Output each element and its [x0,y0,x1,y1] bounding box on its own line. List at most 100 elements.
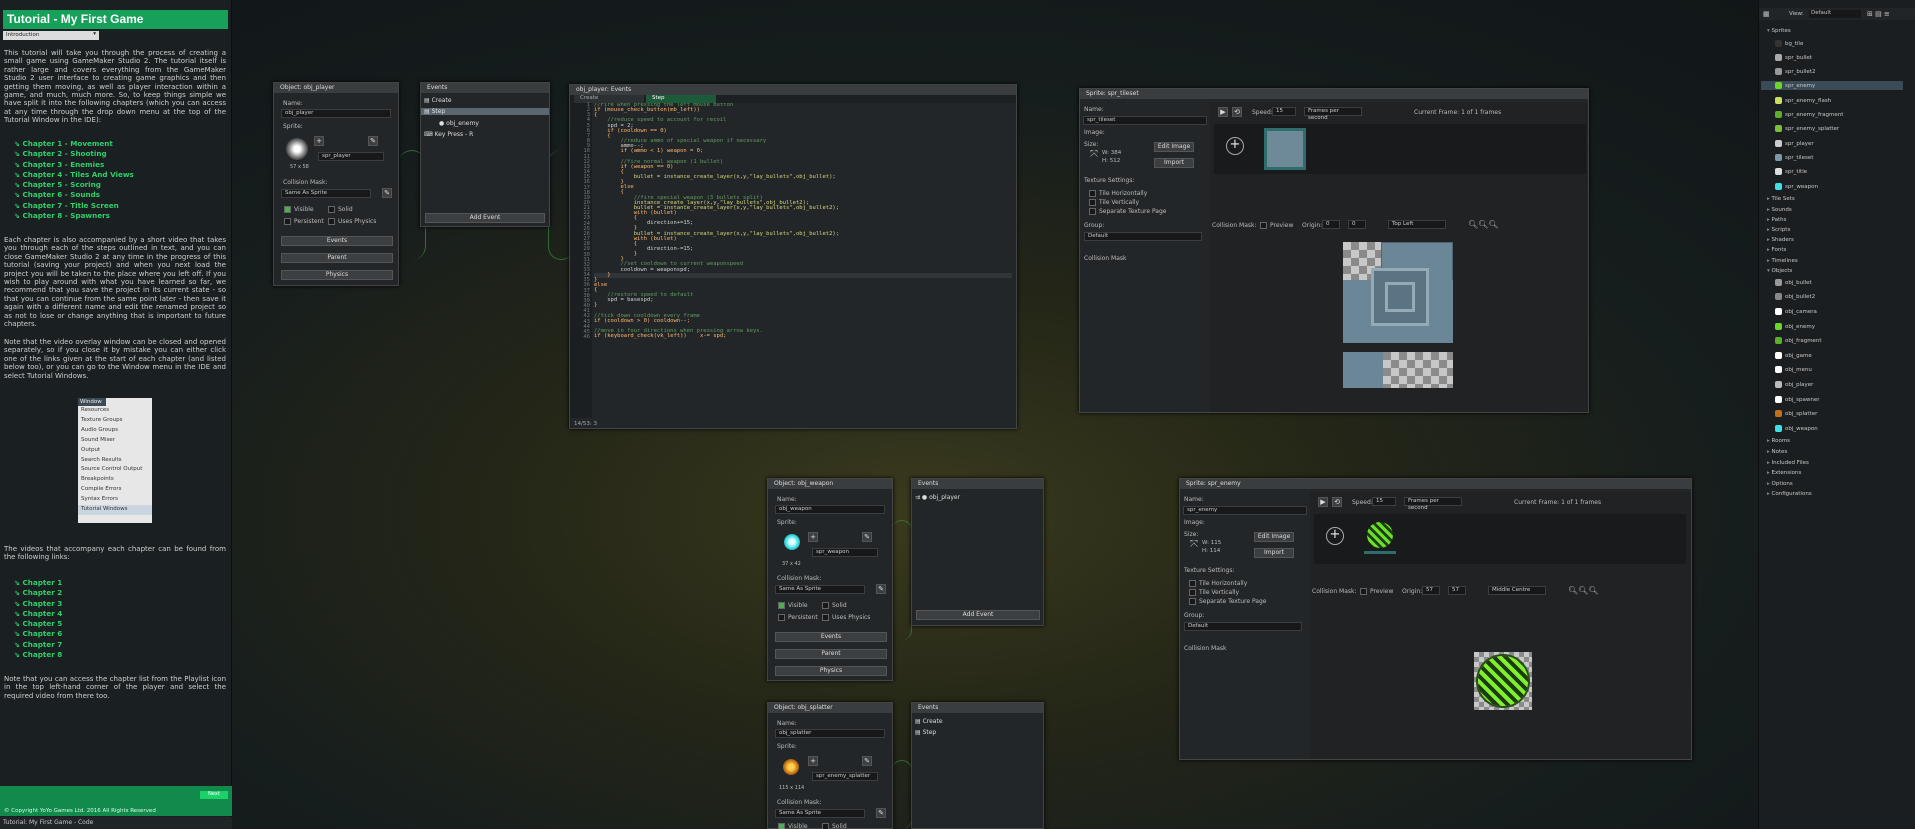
tree-object-obj_camera[interactable]: obj_camera [1775,307,1817,315]
speed-mode-select[interactable]: Frames per second [1304,107,1362,121]
tree-group-configurations[interactable]: Configurations [1767,491,1812,497]
toolbar-icons[interactable]: ⊞ ▤ ≡ [1867,10,1890,18]
video-link[interactable]: Chapter 8 [14,650,134,660]
zoom-icons[interactable]: 🔍︎🔍︎🔍︎ [1468,220,1498,229]
tree-group-objects[interactable]: Objects [1767,268,1793,274]
name-field[interactable]: obj_player [281,109,391,118]
tree-object-obj_player[interactable]: obj_player [1775,380,1813,388]
resize-icon[interactable]: ⤧ [1090,149,1098,160]
video-link[interactable]: Chapter 6 [14,629,134,639]
event-collision-player[interactable]: ⇉ ● obj_player [915,494,960,501]
chapter-dropdown[interactable]: Introduction [3,31,99,40]
preview-checkbox[interactable]: Preview [1260,222,1293,229]
play-icon[interactable]: ▶ [1318,497,1328,507]
tile-horizontally-checkbox[interactable]: Tile Horizontally [1089,190,1147,197]
tree-group-options[interactable]: Options [1767,481,1793,487]
tree-group-shaders[interactable]: Shaders [1767,237,1794,243]
event-collision-enemy[interactable]: ● obj_enemy [439,120,479,127]
video-link[interactable]: Chapter 7 [14,640,134,650]
code-line[interactable]: if (keyboard_check(vk_left)) x-= spd; [594,334,1012,340]
visible-checkbox[interactable]: Visible [778,823,808,829]
event-create[interactable]: ▤ Create [915,718,943,725]
panel-title[interactable]: Object: obj_splatter [768,703,892,713]
zoom-icons[interactable]: 🔍︎🔍︎🔍︎ [1568,586,1598,595]
tree-object-obj_bullet[interactable]: obj_bullet [1775,278,1812,286]
event-create[interactable]: ▤ Create [424,97,452,104]
name-field[interactable]: spr_tileset [1083,116,1207,125]
import-button[interactable]: Import [1254,548,1294,558]
tree-object-obj_game[interactable]: obj_game [1775,351,1812,359]
loop-icon[interactable]: ⟲ [1332,497,1342,507]
persistent-checkbox[interactable]: Persistent [284,218,324,225]
speed-field[interactable]: 15 [1272,107,1296,116]
visible-checkbox[interactable]: Visible [284,206,314,213]
sprite-thumbnail[interactable] [784,534,800,550]
edit-mask-icon[interactable]: ✎ [876,808,886,818]
panel-title[interactable]: Events [912,703,1043,713]
tree-object-obj_weapon[interactable]: obj_weapon [1775,424,1818,432]
tile-vertically-checkbox[interactable]: Tile Vertically [1089,199,1139,206]
origin-y-field[interactable]: 57 [1448,586,1466,595]
panel-title[interactable]: obj_player: Events [570,85,1016,95]
new-sprite-icon[interactable]: + [808,532,818,542]
chapter-link[interactable]: Chapter 6 - Sounds [14,190,134,200]
parent-button[interactable]: Parent [775,649,887,659]
physics-button[interactable]: Physics [775,666,887,676]
chapter-link[interactable]: Chapter 5 - Scoring [14,180,134,190]
events-button[interactable]: Events [775,632,887,642]
import-button[interactable]: Import [1154,158,1194,168]
add-frame-icon[interactable]: + [1226,137,1244,155]
events-button[interactable]: Events [281,236,393,246]
tree-sprite-spr_enemy_fragment[interactable]: spr_enemy_fragment [1775,111,1843,118]
origin-x-field[interactable]: 0 [1322,220,1340,229]
tree-group-included-files[interactable]: Included Files [1767,460,1809,466]
panel-title[interactable]: Sprite: spr_enemy [1180,479,1691,489]
collision-mask-section[interactable]: Collision Mask [1084,255,1127,262]
solid-checkbox[interactable]: Solid [328,206,353,213]
edit-image-button[interactable]: Edit Image [1254,532,1294,542]
edit-sprite-icon[interactable]: ✎ [862,532,872,542]
origin-preset-select[interactable]: Middle Centre [1488,586,1546,595]
tree-sprite-spr_enemy_flash[interactable]: spr_enemy_flash [1775,96,1831,104]
tree-sprite-bg_tile[interactable]: bg_tile [1775,39,1803,47]
solid-checkbox[interactable]: Solid [822,602,847,609]
tree-group-sounds[interactable]: Sounds [1767,207,1792,213]
tree-object-obj_bullet2[interactable]: obj_bullet2 [1775,293,1815,301]
panel-title[interactable]: Events [912,479,1043,489]
tree-object-obj_spawner[interactable]: obj_spawner [1775,395,1820,403]
play-icon[interactable]: ▶ [1218,107,1228,117]
origin-y-field[interactable]: 0 [1348,220,1366,229]
tree-group-rooms[interactable]: Rooms [1767,438,1791,444]
separate-texture-checkbox[interactable]: Separate Texture Page [1189,598,1266,605]
tree-object-obj_enemy[interactable]: obj_enemy [1775,322,1815,330]
frame-thumbnail[interactable] [1364,520,1396,554]
tree-group-sprites[interactable]: Sprites [1767,28,1791,34]
chapter-link[interactable]: Chapter 1 - Movement [14,139,134,149]
filter-icon[interactable]: ▦ [1763,10,1770,18]
video-link[interactable]: Chapter 4 [14,609,134,619]
tree-sprite-spr_weapon[interactable]: spr_weapon [1775,182,1818,190]
collision-mask-field[interactable]: Same As Sprite [775,809,865,818]
video-link[interactable]: Chapter 1 [14,578,134,588]
video-link[interactable]: Chapter 3 [14,599,134,609]
panel-title[interactable]: Object: obj_player [274,83,398,93]
chapter-link[interactable]: Chapter 7 - Title Screen [14,201,134,211]
name-field[interactable]: obj_splatter [775,729,885,738]
tree-sprite-spr_enemy[interactable]: spr_enemy [1775,82,1815,90]
tree-object-obj_menu[interactable]: obj_menu [1775,366,1812,374]
tree-group-timelines[interactable]: Timelines [1767,258,1798,264]
collision-mask-section[interactable]: Collision Mask [1184,645,1227,652]
chapter-link[interactable]: Chapter 8 - Spawners [14,211,134,221]
tree-sprite-spr_player[interactable]: spr_player [1775,139,1814,147]
event-step[interactable]: ▤ Step [915,729,936,736]
chapter-link[interactable]: Chapter 4 - Tiles And Views [14,170,134,180]
tree-group-tile-sets[interactable]: Tile Sets [1767,196,1795,202]
solid-checkbox[interactable]: Solid [822,823,847,829]
sprite-field[interactable]: spr_enemy_splatter [812,772,878,781]
edit-mask-icon[interactable]: ✎ [876,584,886,594]
video-link[interactable]: Chapter 5 [14,619,134,629]
sprite-field[interactable]: spr_weapon [812,548,878,557]
persistent-checkbox[interactable]: Persistent [778,614,818,621]
loop-icon[interactable]: ⟲ [1232,107,1242,117]
resize-icon[interactable]: ⤧ [1190,539,1198,550]
